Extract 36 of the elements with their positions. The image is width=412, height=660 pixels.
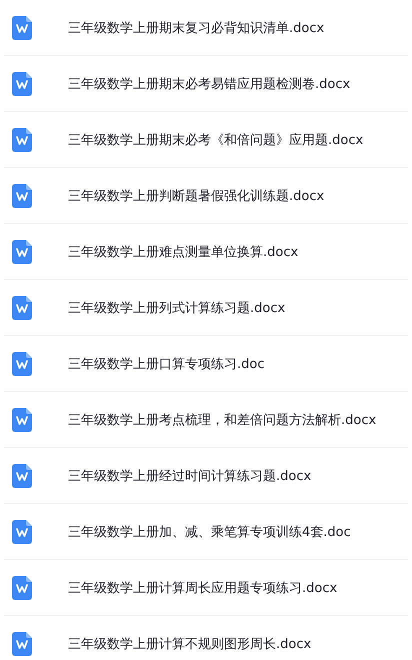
document-icon [12,16,32,40]
file-item[interactable]: 三年级数学上册难点测量单位换算.docx [4,224,408,280]
document-icon [12,520,32,544]
file-item[interactable]: 三年级数学上册列式计算练习题.docx [4,280,408,336]
file-name: 三年级数学上册判断题暑假强化训练题.docx [68,188,324,204]
document-icon [12,184,32,208]
file-name: 三年级数学上册计算周长应用题专项练习.docx [68,580,338,596]
file-item[interactable]: 三年级数学上册口算专项练习.doc [4,336,408,392]
document-icon [12,632,32,656]
file-item[interactable]: 三年级数学上册期末复习必背知识清单.docx [4,0,408,56]
file-item[interactable]: 三年级数学上册计算周长应用题专项练习.docx [4,560,408,616]
file-name: 三年级数学上册经过时间计算练习题.docx [68,468,312,484]
file-name: 三年级数学上册期末必考易错应用题检测卷.docx [68,76,350,92]
document-icon [12,576,32,600]
file-name: 三年级数学上册列式计算练习题.docx [68,300,286,316]
file-item[interactable]: 三年级数学上册期末必考易错应用题检测卷.docx [4,56,408,112]
document-icon [12,408,32,432]
file-item[interactable]: 三年级数学上册判断题暑假强化训练题.docx [4,168,408,224]
file-item[interactable]: 三年级数学上册期末必考《和倍问题》应用题.docx [4,112,408,168]
file-name: 三年级数学上册期末必考《和倍问题》应用题.docx [68,132,364,148]
file-item[interactable]: 三年级数学上册经过时间计算练习题.docx [4,448,408,504]
file-name: 三年级数学上册难点测量单位换算.docx [68,244,298,260]
document-icon [12,296,32,320]
document-icon [12,352,32,376]
document-icon [12,240,32,264]
file-name: 三年级数学上册计算不规则图形周长.docx [68,636,312,652]
file-name: 三年级数学上册口算专项练习.doc [68,356,264,372]
document-icon [12,128,32,152]
file-name: 三年级数学上册期末复习必背知识清单.docx [68,20,324,36]
file-name: 三年级数学上册加、减、乘笔算专项训练4套.doc [68,524,351,540]
document-icon [12,464,32,488]
file-item[interactable]: 三年级数学上册加、减、乘笔算专项训练4套.doc [4,504,408,560]
file-name: 三年级数学上册考点梳理，和差倍问题方法解析.docx [68,412,376,428]
document-icon [12,72,32,96]
file-item[interactable]: 三年级数学上册考点梳理，和差倍问题方法解析.docx [4,392,408,448]
file-item[interactable]: 三年级数学上册计算不规则图形周长.docx [4,616,408,660]
